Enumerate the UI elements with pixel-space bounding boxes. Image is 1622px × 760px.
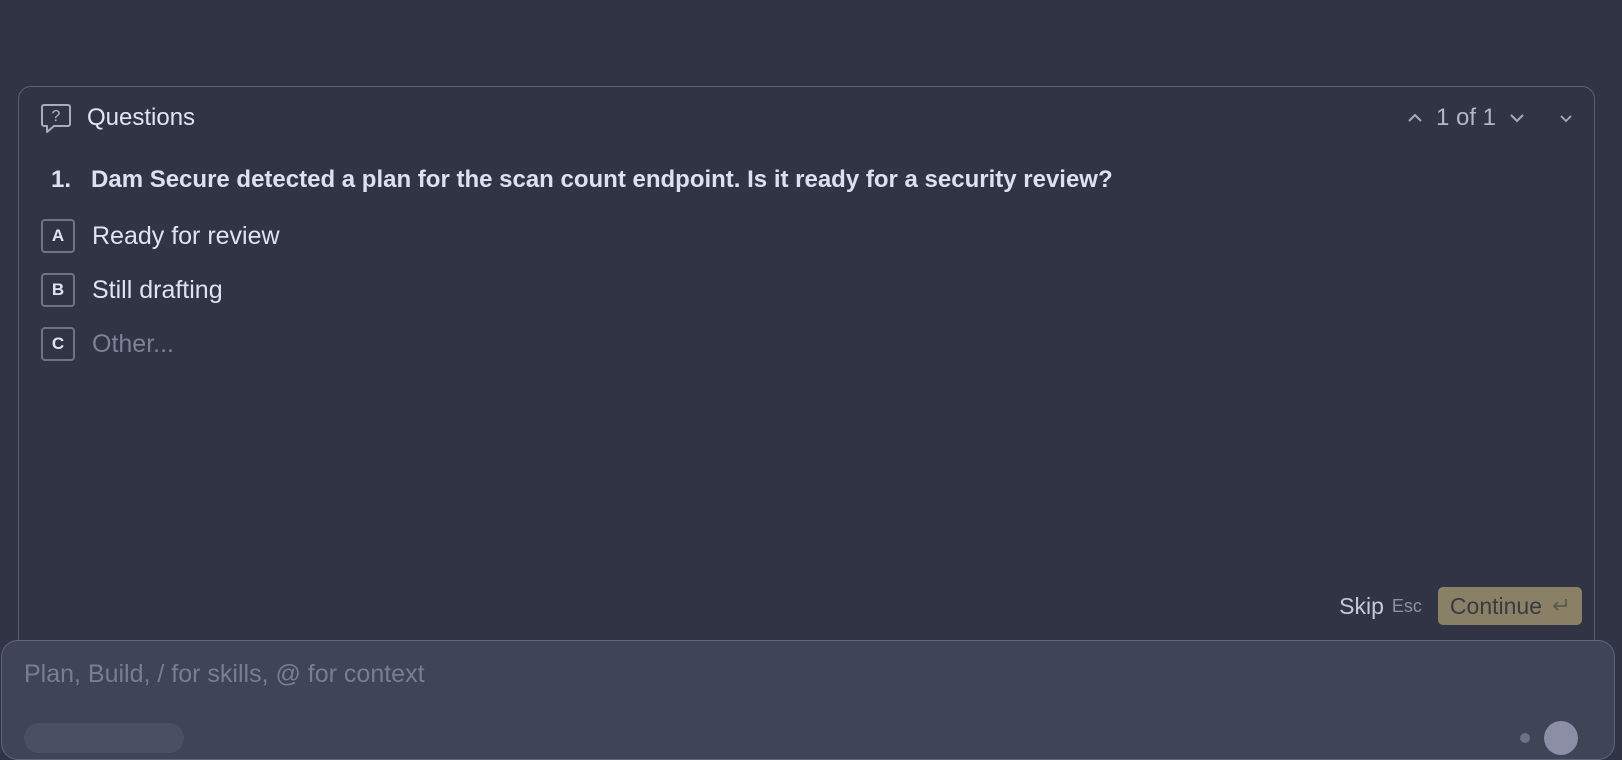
skip-shortcut-hint: Esc xyxy=(1391,595,1422,616)
question-bubble-icon: ? xyxy=(39,101,73,135)
option-key: A xyxy=(41,219,75,253)
panel-header: ? Questions 1 of 1 xyxy=(39,101,1574,135)
next-question-button[interactable] xyxy=(1508,109,1526,127)
question: 1. Dam Secure detected a plan for the sc… xyxy=(51,166,1113,194)
context-indicator-icon[interactable] xyxy=(1520,733,1530,743)
chat-composer xyxy=(1,640,1615,760)
pager-count: 1 of 1 xyxy=(1435,104,1496,131)
option-label: Ready for review xyxy=(92,221,280,250)
continue-button[interactable]: Continue xyxy=(1437,587,1582,625)
other-answer-input[interactable]: Other... xyxy=(92,330,174,359)
option-b[interactable]: B Still drafting xyxy=(41,271,280,309)
chat-input[interactable] xyxy=(22,659,1326,690)
option-label: Still drafting xyxy=(92,275,223,304)
previous-question-button[interactable] xyxy=(1406,109,1424,127)
panel-footer: Skip Esc Continue xyxy=(1339,587,1582,625)
chevron-up-icon xyxy=(1408,113,1422,122)
question-number: 1. xyxy=(51,166,72,193)
option-c-other[interactable]: C Other... xyxy=(41,325,280,363)
question-pager: 1 of 1 xyxy=(1406,104,1526,132)
svg-text:?: ? xyxy=(52,108,61,125)
send-button[interactable] xyxy=(1544,721,1578,755)
collapse-panel-button[interactable] xyxy=(1558,110,1574,126)
enter-icon xyxy=(1550,593,1570,620)
chevron-down-icon xyxy=(1560,115,1572,123)
option-key: C xyxy=(41,327,75,361)
option-a[interactable]: A Ready for review xyxy=(41,217,280,255)
continue-label: Continue xyxy=(1449,592,1542,619)
question-text: Dam Secure detected a plan for the scan … xyxy=(91,166,1113,193)
option-key: B xyxy=(41,273,75,307)
answer-options: A Ready for review B Still drafting C Ot… xyxy=(41,217,280,379)
panel-title: Questions xyxy=(87,104,196,131)
skip-button[interactable]: Skip xyxy=(1339,593,1384,620)
chevron-down-icon xyxy=(1510,114,1524,123)
